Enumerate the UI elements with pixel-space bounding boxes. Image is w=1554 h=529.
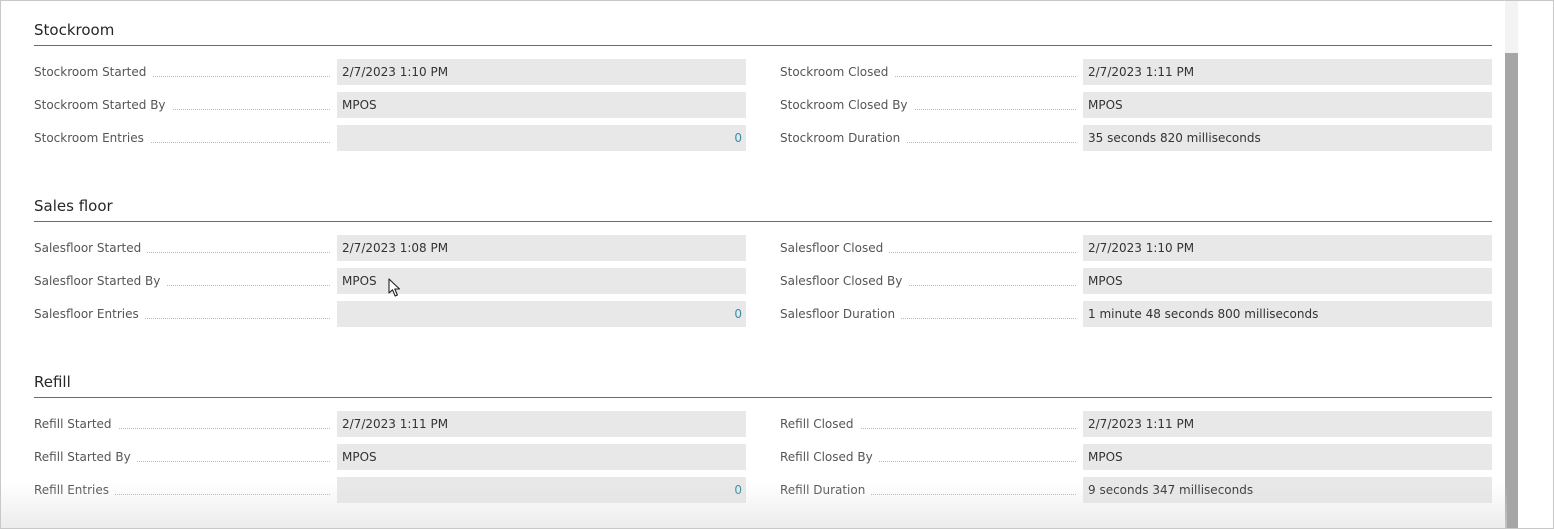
field-value[interactable]: 2/7/2023 1:11 PM — [1083, 411, 1492, 437]
field-value-drilldown-link[interactable]: 0 — [337, 301, 746, 327]
field-label: Refill Closed By — [780, 444, 879, 470]
section-title[interactable]: Refill — [34, 369, 71, 395]
field-value[interactable]: 1 minute 48 seconds 800 milliseconds — [1083, 301, 1492, 327]
field-value[interactable]: 2/7/2023 1:10 PM — [1083, 235, 1492, 261]
field-label: Refill Started — [34, 411, 118, 437]
field-value[interactable]: 2/7/2023 1:11 PM — [337, 411, 746, 437]
field-stockroom-entries: Stockroom Entries 0 — [34, 125, 746, 151]
field-salesfloor-closed-by: Salesfloor Closed By MPOS — [780, 268, 1492, 294]
field-value[interactable]: MPOS — [1083, 268, 1492, 294]
field-value[interactable]: MPOS — [1083, 92, 1492, 118]
field-salesfloor-closed: Salesfloor Closed 2/7/2023 1:10 PM — [780, 235, 1492, 261]
field-label: Stockroom Started — [34, 59, 153, 85]
field-value[interactable]: MPOS — [1083, 444, 1492, 470]
field-salesfloor-started: Salesfloor Started 2/7/2023 1:08 PM — [34, 235, 746, 261]
field-refill-entries: Refill Entries 0 — [34, 477, 746, 503]
field-value-drilldown-link[interactable]: 0 — [337, 125, 746, 151]
field-refill-duration: Refill Duration 9 seconds 347 millisecon… — [780, 477, 1492, 503]
field-stockroom-started-by: Stockroom Started By MPOS — [34, 92, 746, 118]
field-label: Refill Entries — [34, 477, 116, 503]
section-title[interactable]: Sales floor — [34, 193, 113, 219]
card-page: Stockroom Stockroom Started 2/7/2023 1:1… — [0, 0, 1554, 529]
field-refill-closed: Refill Closed 2/7/2023 1:11 PM — [780, 411, 1492, 437]
field-salesfloor-entries: Salesfloor Entries 0 — [34, 301, 746, 327]
field-refill-closed-by: Refill Closed By MPOS — [780, 444, 1492, 470]
field-label: Salesfloor Closed — [780, 235, 890, 261]
field-label: Stockroom Closed — [780, 59, 895, 85]
field-label: Refill Closed — [780, 411, 860, 437]
field-stockroom-closed: Stockroom Closed 2/7/2023 1:11 PM — [780, 59, 1492, 85]
section-divider — [34, 397, 1492, 398]
field-value[interactable]: MPOS — [337, 92, 746, 118]
field-label: Refill Started By — [34, 444, 137, 470]
section-title[interactable]: Stockroom — [34, 17, 114, 43]
field-stockroom-closed-by: Stockroom Closed By MPOS — [780, 92, 1492, 118]
field-label: Salesfloor Started — [34, 235, 148, 261]
field-refill-started: Refill Started 2/7/2023 1:11 PM — [34, 411, 746, 437]
section-divider — [34, 45, 1492, 46]
field-label: Salesfloor Duration — [780, 301, 902, 327]
field-value[interactable]: 9 seconds 347 milliseconds — [1083, 477, 1492, 503]
field-value[interactable]: MPOS — [337, 444, 746, 470]
field-value[interactable]: 2/7/2023 1:10 PM — [337, 59, 746, 85]
field-value[interactable]: 2/7/2023 1:11 PM — [1083, 59, 1492, 85]
field-label: Salesfloor Closed By — [780, 268, 909, 294]
field-label: Salesfloor Started By — [34, 268, 167, 294]
field-value-drilldown-link[interactable]: 0 — [337, 477, 746, 503]
field-salesfloor-duration: Salesfloor Duration 1 minute 48 seconds … — [780, 301, 1492, 327]
field-value[interactable]: 2/7/2023 1:08 PM — [337, 235, 746, 261]
field-value[interactable]: 35 seconds 820 milliseconds — [1083, 125, 1492, 151]
scrollbar-thumb[interactable] — [1505, 53, 1518, 528]
field-stockroom-duration: Stockroom Duration 35 seconds 820 millis… — [780, 125, 1492, 151]
field-label: Salesfloor Entries — [34, 301, 145, 327]
field-refill-started-by: Refill Started By MPOS — [34, 444, 746, 470]
mouse-pointer-icon — [388, 278, 401, 297]
field-stockroom-started: Stockroom Started 2/7/2023 1:10 PM — [34, 59, 746, 85]
field-label: Stockroom Entries — [34, 125, 150, 151]
field-label: Stockroom Started By — [34, 92, 172, 118]
field-label: Stockroom Duration — [780, 125, 907, 151]
section-divider — [34, 221, 1492, 222]
field-label: Stockroom Closed By — [780, 92, 914, 118]
vertical-scrollbar[interactable] — [1505, 1, 1518, 528]
field-label: Refill Duration — [780, 477, 872, 503]
